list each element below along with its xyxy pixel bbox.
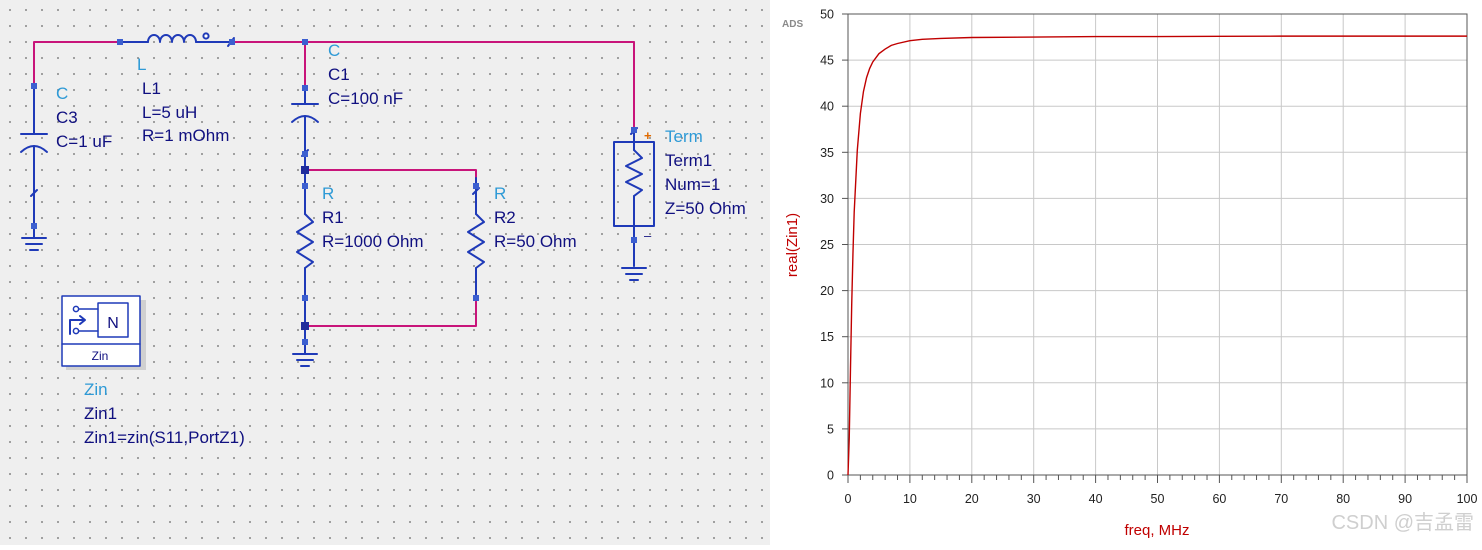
port-term1[interactable]: [613, 127, 655, 281]
x-tick-label: 40: [1089, 492, 1103, 506]
x-tick-label: 80: [1336, 492, 1350, 506]
y-tick-label: 0: [827, 469, 834, 483]
c3-name-label: C3: [56, 108, 78, 127]
y-tick-label: 30: [820, 192, 834, 206]
x-tick-label: 60: [1212, 492, 1226, 506]
r1-type-label: R: [322, 184, 334, 203]
y-tick-label: 10: [820, 376, 834, 390]
y-tick-label: 35: [820, 146, 834, 160]
term-minus-sign: –: [644, 228, 652, 243]
y-tick-label: 40: [820, 100, 834, 114]
schematic-canvas[interactable]: L L1 L=5 uH R=1 mOhm C C3 C=1 uF C C1 C=…: [0, 0, 770, 545]
zin-icon-letter: N: [107, 315, 119, 332]
watermark-text: CSDN @吉孟雷: [1331, 512, 1474, 534]
zin-box-label: Zin: [92, 349, 109, 363]
l1-type-label: L: [137, 55, 146, 74]
c3-type-label: C: [56, 84, 68, 103]
x-tick-label: 50: [1151, 492, 1165, 506]
chart-svg: 0 10 20 30 40 50 60 70 80 90 100 0 5 10 15 20 25 30 35 40 45…: [782, 8, 1478, 540]
x-tick-label: 20: [965, 492, 979, 506]
r1-value-label: R=1000 Ohm: [322, 232, 424, 251]
l1-name-label: L1: [142, 79, 161, 98]
y-tick-label: 45: [820, 54, 834, 68]
ads-corner-label: ADS: [782, 19, 803, 30]
r2-name-label: R2: [494, 208, 516, 227]
x-axis-label: freq, MHz: [1124, 522, 1189, 539]
inductor-l1[interactable]: [119, 32, 235, 47]
term-plus-sign: +: [644, 128, 652, 143]
x-tick-label: 30: [1027, 492, 1041, 506]
y-tick-label: 20: [820, 284, 834, 298]
c3-value-label: C=1 uF: [56, 132, 112, 151]
l1-value-label: L=5 uH: [142, 103, 197, 122]
y-axis-label: real(Zin1): [784, 213, 801, 277]
zin-type-label: Zin: [84, 380, 108, 399]
resistor-r2[interactable]: [467, 177, 485, 299]
y-tick-label: 50: [820, 8, 834, 22]
zin-equation-label: Zin1=zin(S11,PortZ1): [84, 428, 245, 447]
c1-name-label: C1: [328, 65, 350, 84]
x-tick-label: 0: [845, 492, 852, 506]
x-tick-label: 90: [1398, 492, 1412, 506]
c1-value-label: C=100 nF: [328, 89, 403, 108]
term-name-label: Term1: [665, 151, 712, 170]
x-tick-label: 10: [903, 492, 917, 506]
r2-value-label: R=50 Ohm: [494, 232, 577, 251]
x-tick-label: 70: [1274, 492, 1288, 506]
l1-resistance-label: R=1 mOhm: [142, 126, 229, 145]
schematic-drawing: L L1 L=5 uH R=1 mOhm C C3 C=1 uF C C1 C=…: [20, 32, 746, 447]
r2-type-label: R: [494, 184, 506, 203]
term-num-label: Num=1: [665, 175, 720, 194]
x-tick-label: 100: [1457, 492, 1478, 506]
y-tick-label: 25: [820, 238, 834, 252]
r1-name-label: R1: [322, 208, 344, 227]
c1-type-label: C: [328, 41, 340, 60]
zin-name-label: Zin1: [84, 404, 117, 423]
term-type-label: Term: [665, 127, 703, 146]
term-impedance-label: Z=50 Ohm: [665, 199, 746, 218]
plot-pane[interactable]: 0 10 20 30 40 50 60 70 80 90 100 0 5 10 15 20 25 30 35 40 45…: [770, 0, 1482, 545]
y-tick-label: 5: [827, 422, 834, 436]
y-tick-label: 15: [820, 330, 834, 344]
